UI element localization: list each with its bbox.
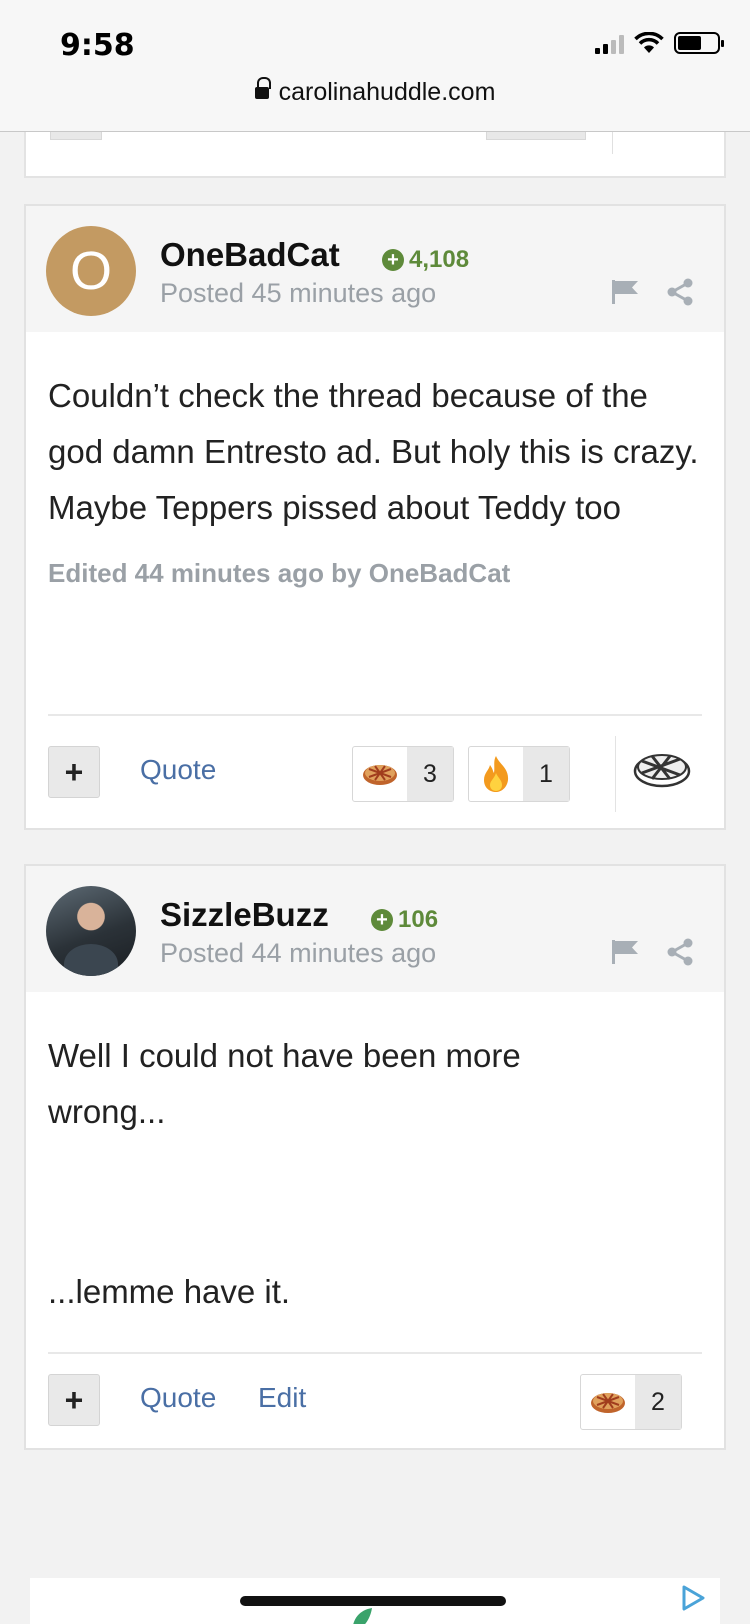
post-card: SizzleBuzz + 106 Posted 44 minutes ago W… <box>24 864 726 1450</box>
status-icons <box>595 32 724 54</box>
quote-button[interactable]: Quote <box>140 1382 216 1414</box>
add-reaction-icon[interactable] <box>632 746 692 797</box>
post-header-actions <box>610 938 694 966</box>
reaction-pie[interactable]: 2 <box>580 1374 682 1430</box>
fire-icon <box>469 747 523 801</box>
pie-icon <box>581 1375 635 1429</box>
post-header: SizzleBuzz + 106 Posted 44 minutes ago <box>26 866 724 992</box>
plus-circle-icon: + <box>371 909 393 931</box>
flag-icon[interactable] <box>610 278 640 306</box>
post-card: O OneBadCat + 4,108 Posted 45 minutes ag… <box>24 204 726 830</box>
url-text: carolinahuddle.com <box>278 78 496 106</box>
post-header: O OneBadCat + 4,108 Posted 45 minutes ag… <box>26 206 724 332</box>
reputation-badge[interactable]: + 106 <box>371 906 438 934</box>
post-footer: + Quote Edit 2 <box>48 1352 702 1450</box>
flag-icon[interactable] <box>610 938 640 966</box>
author-name[interactable]: OneBadCat <box>160 236 340 274</box>
reaction-fire[interactable]: 1 <box>468 746 570 802</box>
reputation-count: 4,108 <box>409 246 470 273</box>
multiquote-button[interactable]: + <box>48 746 100 798</box>
avatar[interactable]: O <box>46 226 136 316</box>
post-body: Couldn’t check the thread because of the… <box>48 377 699 526</box>
post-header-actions <box>610 278 694 306</box>
reaction-pie[interactable]: 3 <box>352 746 454 802</box>
reaction-count: 2 <box>635 1375 681 1429</box>
quote-button[interactable]: Quote <box>140 754 216 786</box>
adchoices-icon[interactable] <box>680 1584 706 1612</box>
avatar[interactable] <box>46 886 136 976</box>
body-line <box>48 1196 702 1264</box>
reaction-count: 1 <box>523 747 569 801</box>
body-line: ...lemme have it. <box>48 1273 291 1310</box>
browser-top-bar: 9:58 carolinahuddle.com <box>0 0 750 132</box>
edit-button[interactable]: Edit <box>258 1382 306 1414</box>
plus-circle-icon: + <box>382 249 404 271</box>
reputation-badge[interactable]: + 4,108 <box>382 246 469 274</box>
share-icon[interactable] <box>666 278 694 306</box>
edited-note: Edited 44 minutes ago by OneBadCat <box>48 558 511 588</box>
cellular-signal-icon <box>595 34 624 54</box>
pie-icon <box>353 747 407 801</box>
body-line: wrong... <box>48 1093 166 1130</box>
posted-time[interactable]: Posted 44 minutes ago <box>160 938 436 969</box>
reaction-count: 3 <box>407 747 453 801</box>
multiquote-button[interactable]: + <box>48 1374 100 1426</box>
lock-icon <box>254 77 271 102</box>
ad-logo-icon <box>353 1608 372 1624</box>
body-line: Well I could not have been more <box>48 1037 521 1074</box>
post-footer: + Quote 3 1 <box>48 714 702 830</box>
battery-icon <box>674 32 724 54</box>
status-time: 9:58 <box>60 28 135 63</box>
wifi-icon <box>634 32 664 53</box>
post-body: Well I could not have been more wrong...… <box>26 992 724 1320</box>
reputation-count: 106 <box>398 906 439 933</box>
home-indicator <box>240 1596 506 1606</box>
divider <box>615 736 616 812</box>
share-icon[interactable] <box>666 938 694 966</box>
body-line <box>48 1140 702 1196</box>
posted-time[interactable]: Posted 45 minutes ago <box>160 278 436 309</box>
address-bar[interactable]: carolinahuddle.com <box>0 77 750 107</box>
author-name[interactable]: SizzleBuzz <box>160 896 329 934</box>
